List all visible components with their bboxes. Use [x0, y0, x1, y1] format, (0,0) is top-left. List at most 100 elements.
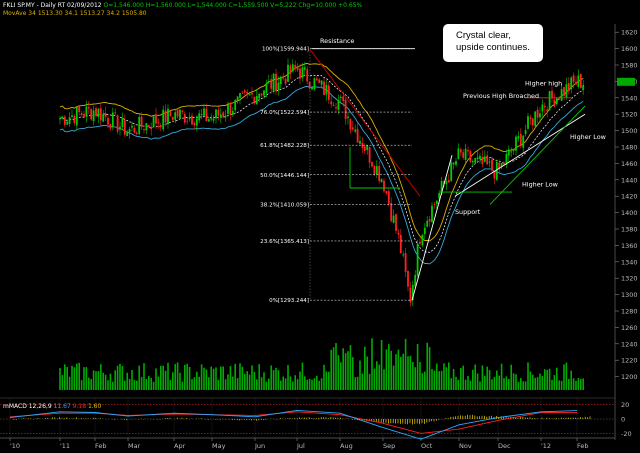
candle-body: [191, 115, 193, 125]
volume-bar: [572, 378, 575, 390]
volume-bar: [301, 362, 304, 390]
volume-bar: [320, 378, 323, 390]
volume-bar: [390, 350, 392, 390]
candle-body: [95, 108, 97, 116]
volume-bar: [145, 378, 148, 390]
fibonacci-levels: 100%[1599.944] 76.0%[1522.594] 61.8%[1482.…: [260, 47, 415, 304]
volume-bar: [402, 353, 404, 390]
volume-bar: [232, 376, 234, 390]
candle-body: [217, 109, 220, 116]
candle-body: [527, 116, 529, 129]
fib-level-label: 0%[1293.244]: [269, 298, 309, 304]
volume-bar: [268, 378, 270, 390]
candle-body: [541, 104, 544, 112]
candle-body: [162, 109, 165, 130]
candle-body: [543, 105, 546, 108]
volume-bar: [66, 367, 68, 390]
date-tick-label: Apr: [174, 442, 186, 450]
candle-body: [462, 152, 465, 158]
volume-bar: [337, 355, 340, 390]
candle-body: [330, 101, 333, 105]
volume-bar: [229, 366, 232, 390]
candle-body: [563, 87, 565, 96]
volume-bar: [236, 378, 239, 390]
macd-value-2: 9.18: [72, 403, 87, 410]
volume-bar: [544, 369, 546, 390]
volume-bar: [512, 373, 515, 390]
volume-bar: [179, 372, 181, 390]
date-tick-label: Aug: [340, 442, 353, 450]
candle-body: [349, 118, 352, 130]
candle-body: [315, 78, 318, 81]
volume-bar: [198, 376, 200, 390]
candle-body: [284, 78, 287, 84]
candle-body: [296, 66, 299, 71]
volume-bar: [248, 374, 251, 390]
volume-bar: [481, 365, 484, 390]
candle-body: [97, 108, 100, 117]
volume-bar: [186, 363, 188, 390]
annotation-label: Higher Low: [522, 180, 558, 188]
volume-bar: [174, 364, 176, 390]
volume-bar: [503, 378, 505, 390]
price-tick-label: 1340: [621, 258, 638, 266]
candle-body: [479, 155, 481, 159]
candle-body: [143, 128, 145, 131]
candle-body: [407, 270, 409, 287]
volume-bar: [568, 378, 570, 390]
candle-body: [503, 162, 505, 165]
candle-body: [320, 80, 323, 85]
volume-bar: [532, 374, 534, 390]
candle-body: [75, 106, 78, 126]
volume-bar: [176, 362, 179, 390]
volume-bar: [366, 356, 368, 390]
volume-bar: [181, 381, 184, 390]
candle-body: [193, 122, 196, 126]
candle-body: [327, 85, 330, 100]
date-tick-label: Nov: [459, 442, 472, 450]
volume-bar: [164, 370, 167, 390]
volume-bar: [493, 376, 496, 390]
volume-bar: [486, 366, 488, 390]
candle-body: [524, 130, 527, 134]
candle-body: [347, 116, 349, 118]
volume-bar: [450, 378, 452, 390]
volume-bar: [484, 375, 486, 390]
candle-body: [517, 136, 520, 139]
volume-bar: [347, 351, 349, 390]
volume-bar: [438, 371, 440, 390]
candle-body: [426, 220, 429, 227]
price-tick-label: 1460: [621, 160, 638, 168]
volume-bar: [85, 367, 88, 390]
volume-bar: [428, 347, 431, 390]
volume-bar: [157, 376, 160, 390]
volume-bar: [474, 364, 476, 390]
candle-body: [536, 109, 539, 118]
volume-bar: [515, 374, 517, 390]
volume-bar: [558, 380, 560, 390]
candle-body: [59, 118, 61, 120]
volume-bar: [560, 380, 563, 390]
candle-body: [87, 107, 90, 109]
candle-body: [529, 117, 532, 120]
candle-body: [395, 214, 397, 231]
volume-bar: [397, 349, 400, 390]
macd-tick-label: 20: [621, 401, 629, 409]
date-axis: '10 '11 Feb Mar Apr May Jun Jul Aug Sep Oct Nov Dec '…: [0, 437, 615, 450]
volume-bar: [260, 377, 263, 390]
candle-body: [308, 82, 311, 89]
candle-body: [138, 117, 141, 134]
candle-body: [495, 161, 498, 180]
candle-body: [140, 116, 143, 127]
volume-bar: [227, 374, 229, 390]
volume-bar: [354, 377, 356, 390]
volume-bar: [443, 363, 445, 390]
price-chart[interactable]: 100%[1599.944] 76.0%[1522.594] 61.8%[1482.…: [0, 0, 640, 453]
volume-bar: [251, 365, 253, 390]
volume-bar: [565, 362, 568, 390]
candle-body: [447, 180, 450, 183]
volume-bar: [92, 370, 95, 390]
candle-body: [157, 122, 160, 124]
candle-body: [467, 150, 469, 152]
candle-body: [227, 104, 229, 114]
